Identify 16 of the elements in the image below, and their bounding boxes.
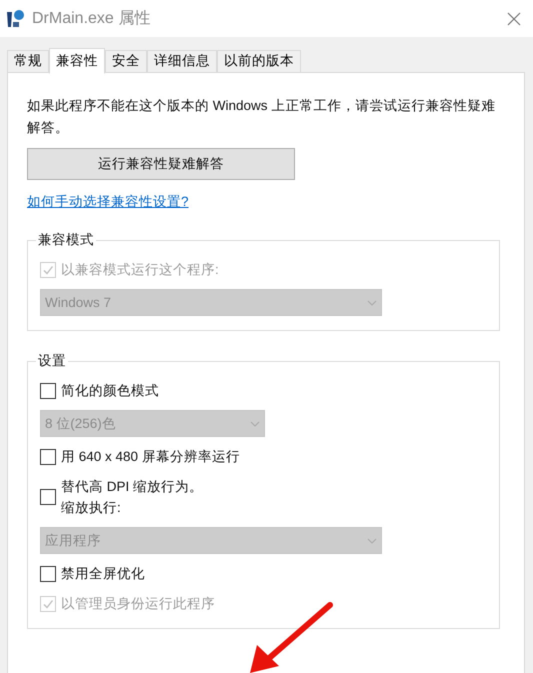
checkbox-label: 以兼容模式运行这个程序: xyxy=(61,261,219,280)
troubleshoot-button[interactable]: 运行兼容性疑难解答 xyxy=(27,148,295,180)
tab[interactable]: 常规 xyxy=(7,50,49,73)
tab[interactable]: 以前的版本 xyxy=(217,50,301,73)
tab[interactable]: 安全 xyxy=(105,50,147,73)
checkbox-label: 用 640 x 480 屏幕分辨率运行 xyxy=(61,448,240,466)
help-link[interactable]: 如何手动选择兼容性设置? xyxy=(27,194,189,209)
tab[interactable]: 详细信息 xyxy=(147,50,217,73)
checkbox-label: 替代高 DPI 缩放行为。 xyxy=(61,478,204,496)
checkbox-label: 简化的颜色模式 xyxy=(61,382,159,400)
tab[interactable]: 兼容性 xyxy=(49,48,105,74)
intro-text: 如果此程序不能在这个版本的 Windows 上正常工作，请尝试运行兼容性疑难解答。 xyxy=(27,97,496,137)
checkbox-sublabel: 缩放执行: xyxy=(61,499,122,518)
checkbox-label: 以管理员身份运行此程序 xyxy=(61,595,215,614)
window-title: DrMain.exe 属性 xyxy=(32,8,150,28)
checkbox-label: 禁用全屏优化 xyxy=(61,565,145,584)
